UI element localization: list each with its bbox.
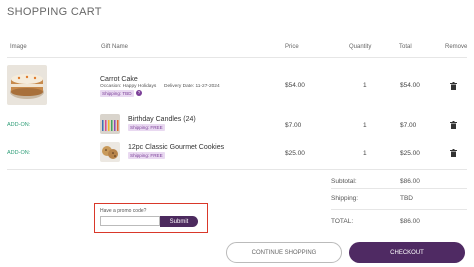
page-title: SHOPPING CART [7, 6, 102, 18]
checkout-button[interactable]: CHECKOUT [349, 242, 465, 263]
item-name: Birthday Candles (24) [128, 116, 196, 123]
col-header-image: Image [10, 44, 27, 50]
summary-divider [331, 188, 467, 189]
shipping-badge: Shipping: FREE [128, 124, 165, 131]
trash-icon[interactable] [450, 82, 457, 90]
item-price: $25.00 [285, 150, 305, 157]
summary-divider [331, 209, 467, 210]
shipping-badge: Shipping: TBD [100, 90, 134, 97]
promo-code-input[interactable] [100, 216, 160, 226]
item-price: $54.00 [285, 82, 305, 89]
total-value: $86.00 [400, 218, 420, 225]
birthday-candles-image [100, 114, 120, 134]
shipping-label: Shipping: [331, 195, 359, 202]
col-header-quantity: Quantity [349, 44, 372, 50]
carrot-cake-image [7, 65, 47, 105]
item-name: 12pc Classic Gourmet Cookies [128, 144, 225, 151]
help-circle-icon[interactable]: ? [136, 90, 142, 96]
col-header-total: Total [399, 44, 412, 50]
shipping-value: TBD [400, 195, 413, 202]
cookies-image [100, 142, 120, 162]
col-header-price: Price [285, 44, 299, 50]
item-occasion: Occasion: Happy Holidays [100, 84, 157, 89]
item-name: Carrot Cake [100, 76, 138, 83]
item-quantity[interactable]: 1 [363, 82, 367, 89]
item-total: $54.00 [400, 82, 420, 89]
item-quantity[interactable]: 1 [363, 122, 367, 129]
item-quantity[interactable]: 1 [363, 150, 367, 157]
col-header-remove: Remove [445, 44, 468, 50]
item-total: $7.00 [400, 122, 417, 129]
item-delivery-date: Delivery Date: 11-27-2024 [164, 84, 220, 89]
subtotal-label: Subtotal: [331, 178, 357, 185]
item-total: $25.00 [400, 150, 420, 157]
trash-icon[interactable] [450, 149, 457, 157]
promo-submit-button[interactable]: Submit [160, 216, 198, 227]
trash-icon[interactable] [450, 121, 457, 129]
total-label: TOTAL: [331, 218, 354, 225]
addon-label: ADD-ON: [7, 122, 31, 128]
promo-label: Have a promo code? [100, 208, 147, 214]
col-header-gift-name: Gift Name [101, 44, 129, 50]
header-divider [7, 57, 467, 58]
addon-label: ADD-ON: [7, 150, 31, 156]
shipping-badge: Shipping: FREE [128, 152, 165, 159]
item-price: $7.00 [285, 122, 302, 129]
subtotal-value: $86.00 [400, 178, 420, 185]
items-divider [7, 169, 467, 170]
continue-shopping-button[interactable]: CONTINUE SHOPPING [226, 242, 342, 263]
